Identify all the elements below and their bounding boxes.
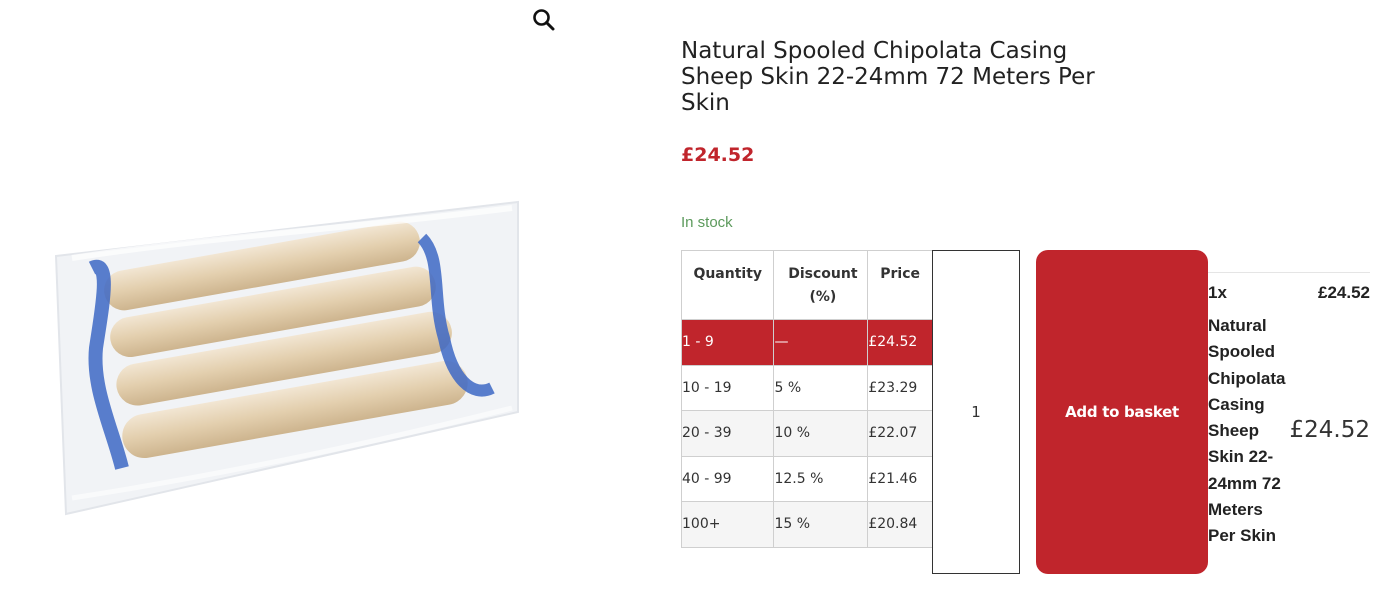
cart-summary: 1x £24.52 Natural Spooled Chipolata Casi… — [1208, 272, 1370, 545]
zoom-button[interactable] — [530, 6, 558, 34]
row-quantity: 10 - 19 — [680, 364, 775, 411]
row-quantity: 1 - 9 — [680, 319, 775, 366]
table-row[interactable]: 20 - 39 10 % £22.07 — [680, 410, 933, 457]
row-discount: 12.5 % — [773, 455, 869, 502]
row-discount: 15 % — [773, 501, 869, 548]
product-gallery — [0, 0, 582, 596]
product-image[interactable] — [52, 198, 520, 516]
column-header-quantity: Quantity — [680, 250, 775, 320]
summary-total-price: £24.52 — [1289, 417, 1370, 443]
row-price: £23.29 — [867, 364, 933, 411]
product-title: Natural Spooled Chipolata Casing Sheep S… — [681, 38, 1095, 116]
table-row[interactable]: 10 - 19 5 % £23.29 — [680, 364, 933, 411]
column-header-price: Price — [867, 250, 933, 320]
summary-product-name: Natural Spooled Chipolata Casing Sheep S… — [1208, 316, 1286, 546]
row-quantity: 20 - 39 — [680, 410, 775, 457]
magnifier-icon — [533, 9, 555, 31]
row-price: £22.07 — [867, 410, 933, 457]
add-to-basket-button[interactable]: Add to basket — [1036, 250, 1208, 574]
summary-quantity: 1x — [1208, 283, 1227, 302]
row-quantity: 40 - 99 — [680, 455, 775, 502]
row-quantity: 100+ — [680, 501, 775, 548]
row-discount: 10 % — [773, 410, 869, 457]
table-header-row: Quantity Discount (%) Price — [680, 250, 933, 320]
table-row[interactable]: 1 - 9 — £24.52 — [680, 319, 933, 366]
table-row[interactable]: 100+ 15 % £20.84 — [680, 501, 933, 548]
column-header-discount: Discount (%) — [773, 250, 869, 320]
quantity-input[interactable] — [932, 250, 1020, 574]
summary-unit-price: £24.52 — [1318, 283, 1370, 302]
row-price: £24.52 — [867, 319, 933, 366]
table-row[interactable]: 40 - 99 12.5 % £21.46 — [680, 455, 933, 502]
row-price: £20.84 — [867, 501, 933, 548]
row-discount: 5 % — [773, 364, 869, 411]
stock-status: In stock — [681, 214, 733, 231]
quantity-discount-table: Quantity Discount (%) Price 1 - 9 — £24.… — [680, 250, 933, 548]
product-price: £24.52 — [681, 144, 755, 166]
row-discount: — — [773, 319, 869, 366]
row-price: £21.46 — [867, 455, 933, 502]
